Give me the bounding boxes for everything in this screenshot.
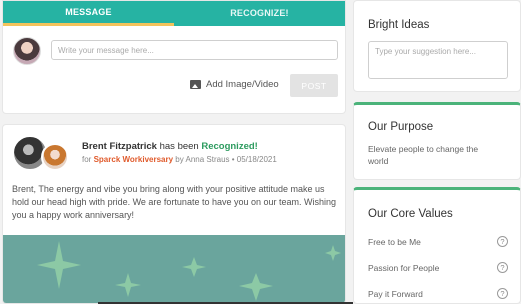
bright-ideas-card: Bright Ideas bbox=[353, 0, 521, 92]
post-meta: for Sparck Workiversary by Anna Straus •… bbox=[82, 155, 277, 164]
composer-tabs: MESSAGE RECOGNIZE! bbox=[3, 1, 345, 26]
recognition-post: Brent Fitzpatrick has been Recognized! f… bbox=[2, 124, 346, 304]
tab-recognize[interactable]: RECOGNIZE! bbox=[174, 1, 345, 26]
message-input[interactable] bbox=[51, 40, 338, 60]
add-media-button[interactable]: Add Image/Video bbox=[190, 79, 279, 90]
sparkle-decoration bbox=[37, 241, 341, 301]
core-values-title: Our Core Values bbox=[368, 208, 453, 220]
suggestion-input[interactable] bbox=[368, 41, 508, 79]
recognition-headline: Brent Fitzpatrick has been Recognized! bbox=[82, 141, 258, 152]
post-body: Brent, The energy and vibe you bring alo… bbox=[12, 184, 337, 220]
help-icon[interactable]: ? bbox=[497, 236, 508, 247]
tab-message[interactable]: MESSAGE bbox=[3, 1, 174, 26]
add-media-label: Add Image/Video bbox=[206, 79, 279, 90]
help-icon[interactable]: ? bbox=[497, 262, 508, 273]
purpose-card: Our Purpose Elevate people to change the… bbox=[353, 102, 521, 180]
core-values-card: Our Core Values Free to be Me ? Passion … bbox=[353, 187, 521, 304]
has-been-text: has been bbox=[159, 141, 199, 152]
badge-name[interactable]: Sparck Workiversary bbox=[94, 155, 173, 164]
core-value-item: Free to be Me ? bbox=[368, 236, 508, 247]
celebration-banner bbox=[3, 235, 345, 303]
help-icon[interactable]: ? bbox=[497, 288, 508, 299]
sender-avatar bbox=[41, 143, 69, 171]
core-value-item: Passion for People ? bbox=[368, 262, 508, 273]
message-composer: MESSAGE RECOGNIZE! Add Image/Video POST bbox=[2, 0, 346, 114]
image-icon bbox=[190, 80, 201, 89]
purpose-text: Elevate people to change the world bbox=[368, 144, 479, 166]
core-value-item: Pay it Forward ? bbox=[368, 288, 508, 299]
post-button[interactable]: POST bbox=[290, 74, 338, 97]
purpose-title: Our Purpose bbox=[368, 121, 434, 133]
core-value-label: Pay it Forward bbox=[368, 288, 423, 299]
recipient-name[interactable]: Brent Fitzpatrick bbox=[82, 141, 157, 152]
bright-ideas-title: Bright Ideas bbox=[368, 19, 430, 31]
by-text: by Anna Straus • 05/18/2021 bbox=[175, 155, 277, 164]
current-user-avatar bbox=[13, 37, 41, 65]
for-word: for bbox=[82, 155, 92, 164]
recognized-word: Recognized! bbox=[201, 141, 258, 152]
core-value-label: Passion for People bbox=[368, 262, 440, 273]
core-value-label: Free to be Me bbox=[368, 236, 421, 247]
